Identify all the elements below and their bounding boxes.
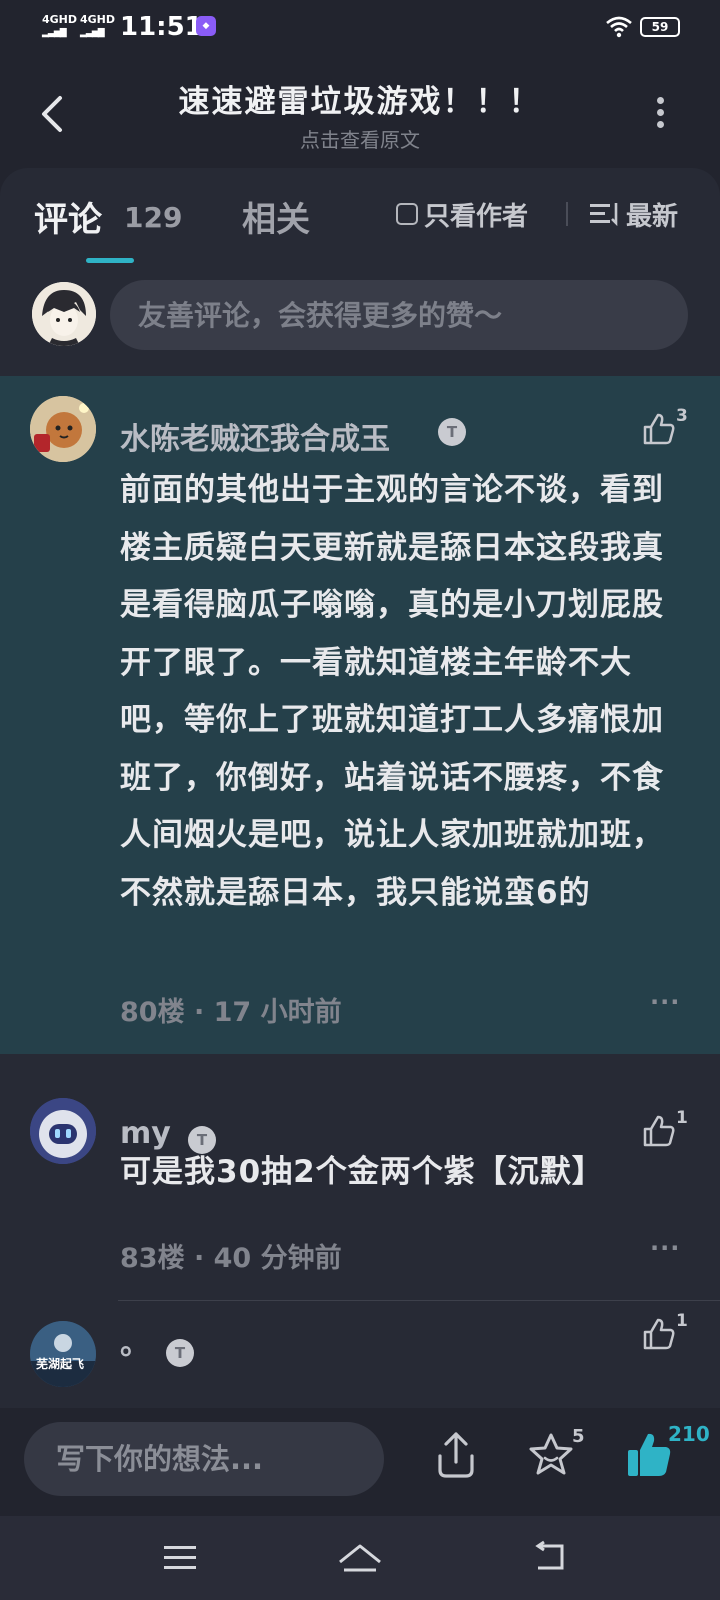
share-icon[interactable] [432, 1430, 480, 1480]
level-badge-icon: T [166, 1339, 194, 1367]
avatar[interactable] [30, 1098, 96, 1164]
signal-indicator-1: 4GHD ▂▃▅▇ [42, 14, 77, 39]
thumbs-up-icon [643, 1115, 675, 1147]
comment-like-button[interactable]: 1 [642, 1311, 702, 1357]
comment-meta: 80楼 · 17 小时前 [120, 997, 342, 1028]
thumbs-up-icon [643, 1318, 675, 1350]
signal-indicator-2: 4GHD ▂▃▅▇ [80, 14, 115, 39]
page-title: 速速避雷垃圾游戏！！！ [178, 84, 542, 120]
avatar[interactable]: 芜湖起飞 [30, 1321, 96, 1387]
signal-bars-icon: ▂▃▅▇ [80, 28, 105, 38]
more-options-icon[interactable] [650, 94, 670, 130]
menu-icon[interactable] [160, 1540, 200, 1576]
author-only-label: 只看作者 [424, 201, 529, 232]
comments-count: 129 [124, 201, 183, 234]
comment-author[interactable]: 水陈老贼还我合成玉 [120, 414, 390, 458]
post-like-count: 210 [668, 1422, 710, 1446]
reply-input[interactable] [24, 1422, 384, 1496]
bottom-action-bar: 5 210 [0, 1408, 720, 1516]
status-bar: 4GHD ▂▃▅▇ 4GHD ▂▃▅▇ 11:51 ◆ 59 [0, 0, 720, 56]
comment-item[interactable]: my T 1 可是我30抽2个金两个紫【沉默】 83楼 · 40 分钟前 ··· [0, 1054, 720, 1300]
battery-icon: 59 [640, 17, 680, 37]
comment-input[interactable] [110, 280, 688, 350]
sort-button[interactable]: 最新 [590, 198, 679, 232]
signal-label-1: 4GHD [42, 13, 78, 26]
avatar-robot-icon [30, 1098, 96, 1164]
avatar[interactable] [30, 396, 96, 462]
active-tab-indicator [86, 258, 134, 263]
system-nav-bar [0, 1516, 720, 1600]
wifi-icon [606, 16, 632, 38]
comment-more-icon[interactable]: ··· [650, 1234, 680, 1262]
avatar-image-icon [30, 1321, 96, 1387]
star-icon[interactable] [526, 1430, 576, 1480]
checkbox-icon[interactable] [396, 203, 418, 225]
signal-bars-icon: ▂▃▅▇ [42, 28, 67, 38]
status-time: 11:51 [120, 12, 203, 42]
thumbs-up-filled-icon[interactable] [624, 1430, 674, 1480]
comment-like-button[interactable]: 3 [642, 406, 702, 452]
comment-like-count: 1 [676, 1311, 688, 1331]
avatar-anime-icon [32, 282, 96, 346]
comment-meta: 83楼 · 40 分钟前 [120, 1243, 342, 1274]
header: 速速避雷垃圾游戏！！！ 点击查看原文 [0, 56, 720, 166]
comment-like-count: 1 [676, 1108, 688, 1128]
battery-level: 59 [651, 20, 669, 34]
avatar-caption: 芜湖起飞 [36, 1357, 85, 1371]
comment-body: 可是我30抽2个金两个紫【沉默】 [120, 1154, 604, 1190]
level-badge-icon: T [438, 418, 466, 446]
comment-author[interactable]: 。 [120, 1319, 150, 1363]
comment-like-count: 3 [676, 406, 688, 426]
sort-label: 最新 [626, 201, 679, 232]
avatar-pet-icon [30, 396, 96, 462]
comment-body: 前面的其他出于主观的言论不谈，看到楼主质疑白天更新就是舔日本这段我真是看得脑瓜子… [120, 472, 664, 911]
favorite-count: 5 [572, 1426, 585, 1447]
divider [566, 202, 568, 226]
tab-related[interactable]: 相关 [242, 192, 310, 241]
return-icon[interactable] [530, 1540, 570, 1576]
tabs-row: 评论 129 相关 只看作者 最新 [0, 168, 720, 264]
comment-item[interactable]: 水陈老贼还我合成玉 T 3 前面的其他出于主观的言论不谈，看到楼主质疑白天更新就… [0, 376, 720, 1054]
signal-label-2: 4GHD [80, 13, 116, 26]
view-original-link[interactable]: 点击查看原文 [0, 124, 720, 153]
comment-more-icon[interactable]: ··· [650, 988, 680, 1016]
my-avatar[interactable] [32, 282, 96, 346]
thumbs-up-icon [643, 413, 675, 445]
author-only-toggle[interactable]: 只看作者 [396, 198, 529, 232]
app-notification-icon: ◆ [196, 16, 216, 36]
sort-icon [590, 203, 618, 227]
home-icon[interactable] [336, 1540, 384, 1576]
comment-item[interactable]: 芜湖起飞 。 T 1 [0, 1301, 720, 1408]
tab-comments[interactable]: 评论 [34, 192, 102, 241]
